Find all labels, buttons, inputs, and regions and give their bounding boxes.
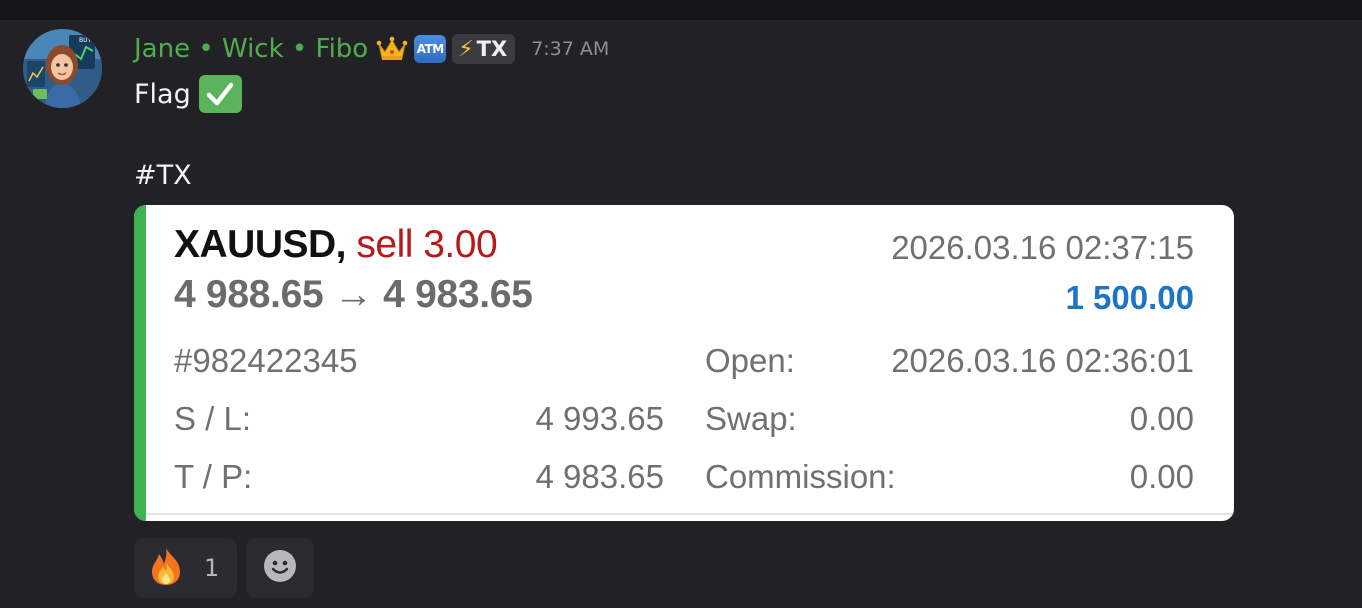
message-hashtag: #TX [134, 160, 192, 191]
message-timestamp: 7:37 AM [531, 38, 610, 60]
trade-order-id: #982422345 [174, 342, 358, 379]
avatar[interactable]: BUY [23, 29, 102, 108]
trade-symbol: XAUUSD, [174, 223, 347, 266]
open-time-label: Open: [705, 342, 795, 379]
fire-icon [148, 546, 184, 590]
author-name[interactable]: Jane • Wick • Fibo [134, 34, 368, 64]
trade-close-time: 2026.03.16 02:37:15 [891, 229, 1194, 266]
commission-value: 0.00 [1129, 458, 1194, 495]
take-profit-value: 4 983.65 [535, 458, 664, 495]
reaction-count: 1 [204, 554, 220, 582]
smiley-icon [263, 549, 297, 587]
swap-label: Swap: [705, 400, 797, 437]
trade-profit: 1 500.00 [1065, 279, 1194, 316]
swap-value: 0.00 [1129, 400, 1194, 437]
open-time-value: 2026.03.16 02:36:01 [891, 342, 1194, 379]
stop-loss-value: 4 993.65 [535, 400, 664, 437]
message-text: Flag [134, 78, 191, 110]
trade-symbol-line: XAUUSD, sell 3.00 [174, 223, 498, 267]
crown-icon [376, 36, 408, 62]
check-mark-button-icon [198, 75, 242, 113]
trade-card-divider [146, 513, 1234, 515]
trader-avatar-icon: BUY [23, 29, 102, 108]
take-profit-label: T / P: [174, 458, 253, 495]
trade-card-accent-bar [134, 205, 146, 521]
role-tag[interactable]: ⚡ TX [452, 34, 516, 64]
trade-action: sell 3.00 [356, 223, 498, 266]
reaction-fire[interactable]: 1 [134, 538, 237, 598]
trade-card-image[interactable]: XAUUSD, sell 3.00 4 988.65 → 4 983.65 20… [134, 205, 1234, 521]
role-tag-label: TX [476, 37, 508, 61]
svg-text:BUY: BUY [79, 37, 92, 44]
commission-label: Commission: [705, 458, 896, 495]
stop-loss-label: S / L: [174, 400, 252, 437]
add-reaction-button[interactable] [246, 538, 314, 598]
message-header: Jane • Wick • Fibo ATM ⚡ TX 7:37 AM [134, 33, 609, 65]
trade-price-move: 4 988.65 → 4 983.65 [174, 273, 533, 316]
message-text-line: Flag [134, 74, 242, 114]
lightning-icon: ⚡ [458, 36, 474, 62]
atm-icon: ATM [414, 35, 447, 63]
chat-message: BUY Jane • Wick • Fibo ATM ⚡ TX 7:37 AM … [0, 20, 1362, 608]
top-bar [0, 0, 1362, 20]
